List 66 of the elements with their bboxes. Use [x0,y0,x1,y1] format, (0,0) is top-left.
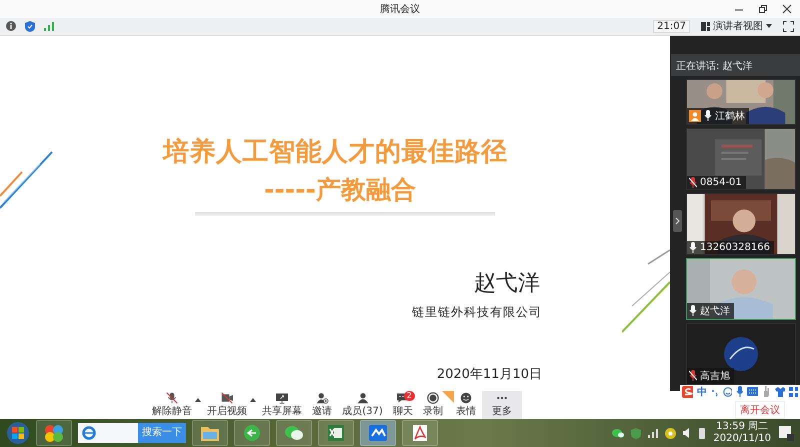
record-button[interactable]: 录制 [418,391,450,420]
camera-button[interactable]: 开启视频 [203,391,248,420]
participant-name: 0854-01 [700,176,742,188]
notification-icon[interactable] [778,425,794,442]
members-button[interactable]: 成员(37) [338,391,387,420]
browser-icon [82,426,96,440]
speaking-banner: 正在讲话: 赵弋洋 [671,54,800,76]
leave-meeting-tooltip: 离开会议 [735,400,785,419]
layout-icon [701,22,710,31]
chat-button[interactable]: 聊天 2 [388,391,417,420]
close-icon[interactable] [782,4,792,14]
avatar-icon [724,336,758,371]
meeting-timer: 21:07 [653,20,690,33]
participant-name: 江鹤林 [715,110,745,123]
device-tray-icon[interactable] [698,428,706,439]
restore-icon[interactable] [758,4,768,14]
network-icon[interactable] [648,428,658,438]
spreadsheet-taskbar-icon[interactable] [318,420,354,446]
window-title: 腾讯会议 [380,2,420,16]
participant-name: 高吉旭 [700,370,730,383]
video-tile[interactable]: 0854-01 [686,128,796,190]
view-mode-button[interactable]: 演讲者视图 [699,19,774,34]
video-tile[interactable]: 赵弋洋 [686,258,796,320]
wechat-taskbar-icon[interactable] [276,420,312,446]
participant-name: 13260328166 [700,242,770,253]
app-tray-icon[interactable] [665,428,676,439]
pdf-taskbar-icon[interactable] [402,420,438,446]
slide-title: 培养人工智能人才的最佳路径 [162,136,508,169]
grid-icon[interactable] [788,386,798,397]
caret-icon[interactable] [195,398,202,402]
volume-icon[interactable] [683,428,692,438]
video-tile[interactable]: 高吉旭 [686,322,796,385]
meeting-taskbar-icon[interactable] [360,420,396,446]
video-tile[interactable]: 13260328166 [686,192,796,255]
participant-name: 赵弋洋 [700,304,730,318]
apps-taskbar-icon[interactable] [36,420,72,446]
emoji-icon[interactable] [722,386,732,397]
emoji-button[interactable]: 表情 [452,391,480,420]
start-button-icon[interactable] [6,421,30,446]
input-method-logo-icon[interactable] [682,386,694,398]
caret-icon [766,24,772,28]
launcher-taskbar-icon[interactable] [234,420,270,446]
unread-count-badge: 2 [404,391,415,402]
slide-company: 链里链外科技有限公司 [412,304,542,321]
line-decoration-drawing [0,150,53,209]
fullscreen-icon[interactable] [783,20,794,32]
input-mode-toggle[interactable]: 中 [697,384,708,399]
clock-time: 13:59 周二 [716,421,768,434]
video-tile[interactable]: 江鹤林 [686,78,796,125]
slide-author: 赵弋洋 [474,270,540,298]
caret-icon[interactable] [250,398,256,402]
more-button[interactable]: 更多 [482,391,522,420]
share-button[interactable]: 共享屏幕 [258,391,306,420]
collapse-handle-icon[interactable] [673,210,682,232]
keyboard-icon[interactable] [747,387,758,396]
chat-tray-icon[interactable] [612,428,624,438]
clock-date: 2020/11/10 [713,433,771,446]
microphone-icon[interactable] [736,386,744,398]
shirt-icon[interactable] [774,386,785,397]
slide-date: 2020年11月10日 [436,366,542,383]
slide-subtitle: -----产教融合 [264,174,416,206]
folder-taskbar-icon[interactable] [192,420,228,446]
invite-button[interactable]: 邀请 [308,391,336,420]
info-icon[interactable] [6,21,16,32]
mic-button[interactable]: 解除静音 [148,391,194,420]
shield-icon[interactable] [25,20,35,32]
